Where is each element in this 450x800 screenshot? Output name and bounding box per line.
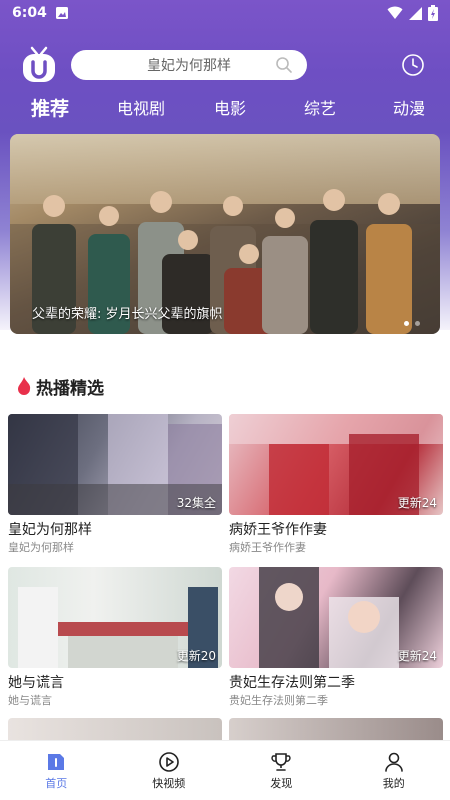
tab-variety[interactable]: 综艺 — [304, 94, 336, 124]
category-tabs: 推荐 电视剧 电影 综艺 动漫 — [0, 94, 450, 124]
app-header: 皇妃为何那样 — [0, 44, 450, 88]
nav-discover[interactable]: 发现 — [225, 741, 338, 800]
episode-badge: 更新20 — [176, 649, 216, 663]
nav-discover-label: 发现 — [270, 777, 293, 790]
episode-badge: 更新24 — [397, 649, 437, 663]
video-thumbnail[interactable]: 32集全 — [8, 414, 222, 515]
status-bar: 6:04 — [0, 0, 450, 26]
flame-icon — [18, 377, 31, 395]
search-bar[interactable]: 皇妃为何那样 — [71, 50, 307, 80]
video-subtitle: 她与谎言 — [8, 694, 52, 707]
signal-icon — [409, 6, 422, 20]
tab-recommend[interactable]: 推荐 — [31, 94, 69, 124]
hero-banner[interactable]: 父辈的荣耀: 岁月长兴父辈的旗帜 — [10, 134, 440, 334]
video-card[interactable]: 更新20 她与谎言 她与谎言 — [8, 567, 222, 708]
video-subtitle: 贵妃生存法则第二季 — [229, 694, 328, 707]
wifi-icon — [387, 6, 403, 19]
search-query-text: 皇妃为何那样 — [147, 58, 231, 74]
nav-profile-label: 我的 — [382, 777, 405, 790]
section-title: 热播精选 — [36, 378, 104, 399]
video-thumbnail[interactable]: 更新24 — [229, 567, 443, 668]
pagination-dot-active — [404, 321, 409, 326]
tab-tv-series[interactable]: 电视剧 — [117, 94, 165, 124]
video-card[interactable]: 32集全 皇妃为何那样 皇妃为何那样 — [8, 414, 222, 555]
search-icon[interactable] — [275, 56, 293, 74]
banner-caption: 父辈的荣耀: 岁月长兴父辈的旗帜 — [32, 307, 223, 322]
video-thumbnail[interactable]: 更新24 — [229, 414, 443, 515]
nav-home[interactable]: 首页 — [0, 741, 113, 800]
episode-badge: 32集全 — [176, 496, 216, 510]
nav-home-label: 首页 — [45, 777, 68, 790]
home-icon — [48, 754, 65, 770]
video-title[interactable]: 她与谎言 — [8, 674, 222, 692]
nav-short-video-label: 快视频 — [152, 777, 186, 790]
video-subtitle: 皇妃为何那样 — [8, 541, 74, 554]
video-title[interactable]: 皇妃为何那样 — [8, 521, 222, 539]
tv-logo-icon[interactable] — [22, 46, 56, 84]
video-title[interactable]: 贵妃生存法则第二季 — [229, 674, 443, 692]
video-subtitle: 病娇王爷作作妻 — [229, 541, 306, 554]
nav-profile[interactable]: 我的 — [338, 741, 450, 800]
user-icon — [384, 752, 403, 772]
video-thumbnail-partial[interactable] — [229, 718, 443, 740]
pagination-dot — [415, 321, 420, 326]
video-card[interactable]: 更新24 病娇王爷作作妻 病娇王爷作作妻 — [229, 414, 443, 555]
video-card[interactable]: 更新24 贵妃生存法则第二季 贵妃生存法则第二季 — [229, 567, 443, 708]
video-thumbnail[interactable]: 更新20 — [8, 567, 222, 668]
trophy-icon — [271, 753, 291, 771]
gallery-notification-icon — [55, 7, 68, 19]
nav-short-video[interactable]: 快视频 — [113, 741, 226, 800]
clock-icon[interactable] — [401, 53, 425, 77]
battery-icon — [428, 5, 438, 21]
status-time: 6:04 — [12, 5, 47, 21]
video-title[interactable]: 病娇王爷作作妻 — [229, 521, 443, 539]
banner-pagination — [404, 321, 420, 326]
tab-movies[interactable]: 电影 — [214, 94, 246, 124]
section-header: 热播精选 — [16, 374, 104, 399]
tab-anime[interactable]: 动漫 — [393, 94, 425, 124]
play-circle-icon — [158, 752, 179, 772]
episode-badge: 更新24 — [397, 496, 437, 510]
video-thumbnail-partial[interactable] — [8, 718, 222, 740]
bottom-navigation: 首页 快视频 发现 我的 — [0, 740, 450, 800]
